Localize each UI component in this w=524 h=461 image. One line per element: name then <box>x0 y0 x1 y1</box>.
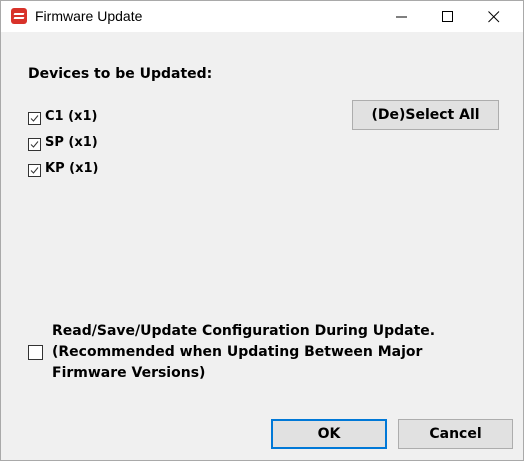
config-option-checkbox[interactable] <box>28 345 43 360</box>
maximize-icon <box>442 11 453 22</box>
close-button[interactable] <box>471 1 517 32</box>
firmware-update-window: Firmware Update Devices to be Updated: C… <box>0 0 524 461</box>
config-option-line: Firmware Versions) <box>52 365 206 381</box>
config-option-line: (Recommended when Updating Between Major <box>52 344 423 360</box>
device-label: C1 (x1) <box>45 109 98 124</box>
device-checkbox[interactable] <box>28 138 41 151</box>
devices-heading: Devices to be Updated: <box>28 66 213 82</box>
title-bar[interactable]: Firmware Update <box>1 1 523 32</box>
ok-button[interactable]: OK <box>271 419 387 449</box>
cancel-button[interactable]: Cancel <box>398 419 513 449</box>
app-logo-icon <box>11 8 27 24</box>
checkmark-icon <box>30 167 39 174</box>
minimize-icon <box>396 16 407 18</box>
maximize-button[interactable] <box>425 1 471 32</box>
window-title: Firmware Update <box>35 8 143 24</box>
deselect-all-button[interactable]: (De)Select All <box>352 100 499 130</box>
close-icon <box>488 11 500 23</box>
device-label: KP (x1) <box>45 161 99 176</box>
config-option-line: Read/Save/Update Configuration During Up… <box>52 323 436 339</box>
minimize-button[interactable] <box>379 1 425 32</box>
checkmark-icon <box>30 141 39 148</box>
checkmark-icon <box>30 115 39 122</box>
device-checkbox[interactable] <box>28 164 41 177</box>
config-option-label[interactable]: Read/Save/Update Configuration During Up… <box>52 321 492 384</box>
device-checkbox[interactable] <box>28 112 41 125</box>
device-label: SP (x1) <box>45 135 98 150</box>
